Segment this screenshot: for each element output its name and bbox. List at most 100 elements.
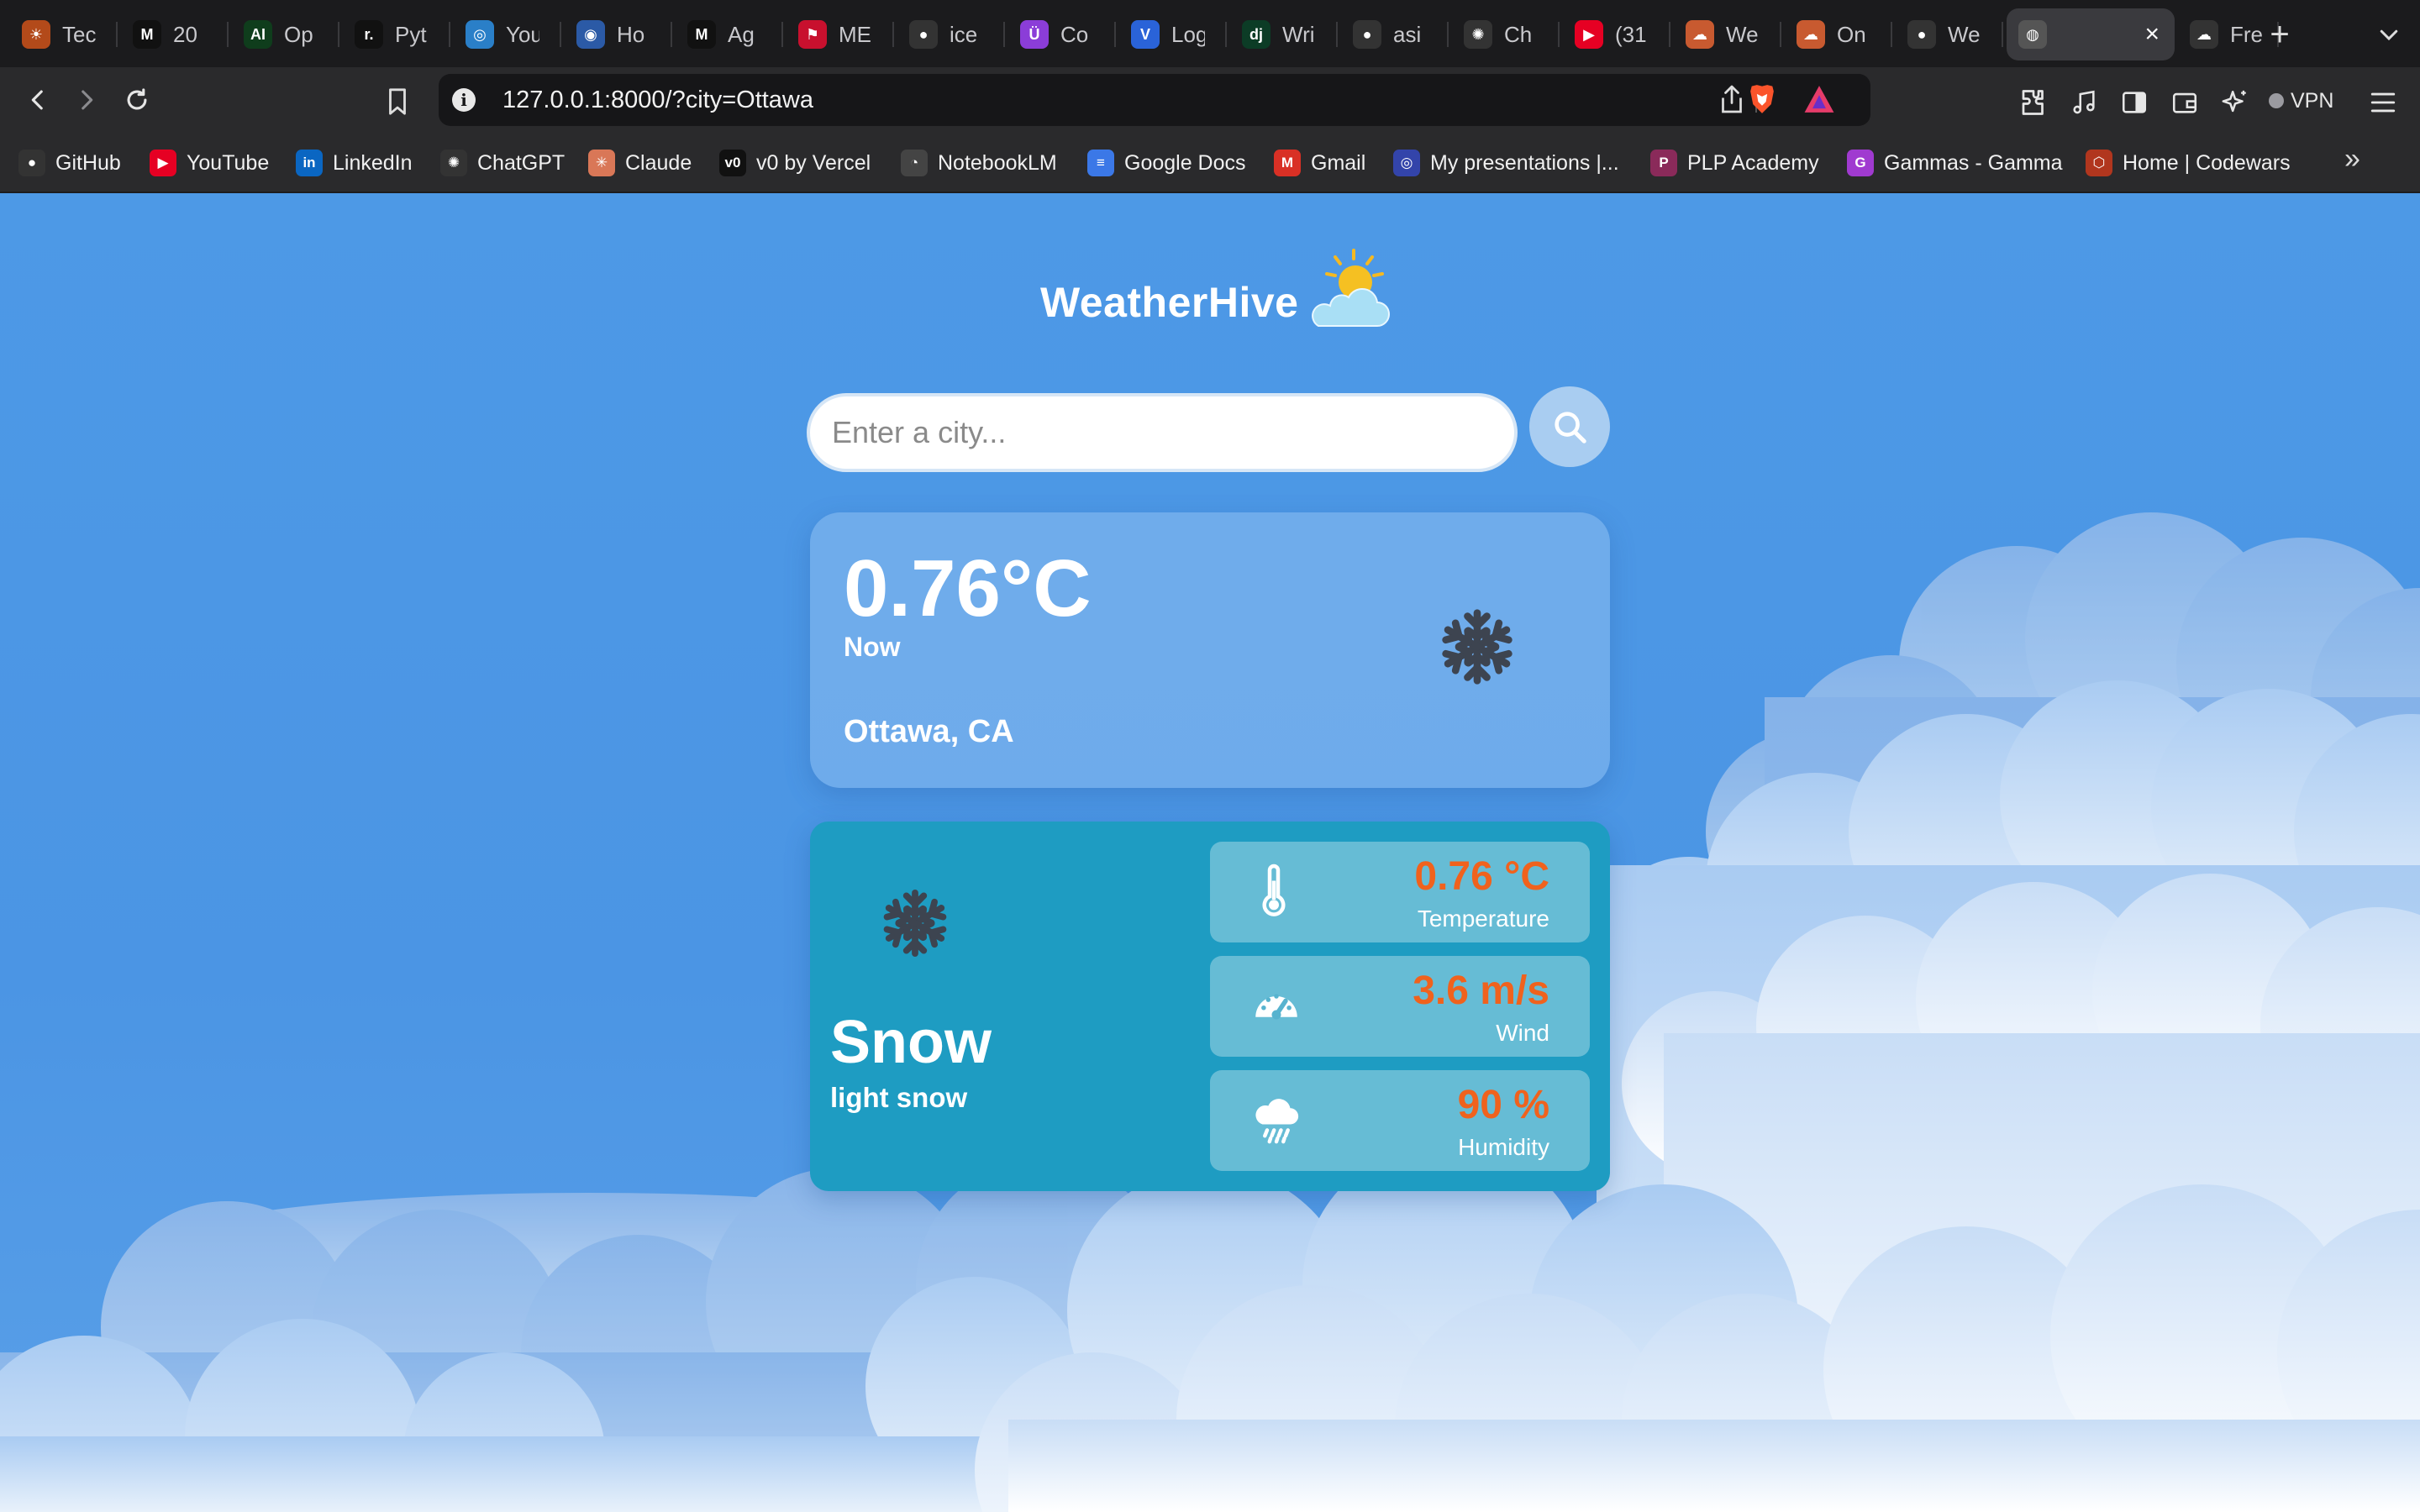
bookmark-item[interactable]: ✳ Claude xyxy=(588,146,692,180)
tab-search-chevron-icon[interactable] xyxy=(2366,12,2412,57)
browser-tab[interactable]: ☁ We xyxy=(1674,8,1781,60)
tab-favicon-icon: ◎ xyxy=(466,20,494,49)
url-text[interactable]: 127.0.0.1:8000/?city=Ottawa xyxy=(502,87,813,114)
leo-ai-sparkle-icon[interactable] xyxy=(2217,84,2254,121)
browser-tab[interactable]: M 20 xyxy=(121,8,229,60)
tab-title: Op xyxy=(284,21,313,47)
tab-separator xyxy=(781,22,783,47)
browser-tab[interactable]: ⚑ ME xyxy=(786,8,894,60)
sidebar-toggle-icon[interactable] xyxy=(2116,84,2153,121)
condition-main: Snow xyxy=(830,1009,992,1076)
bookmark-label: Home | Codewars xyxy=(2123,150,2291,175)
browser-tab[interactable]: ● ice xyxy=(897,8,1005,60)
tab-separator xyxy=(1780,22,1781,47)
vpn-label: VPN xyxy=(2291,88,2334,113)
current-weather-card: 0.76°C Now Ottawa, CA xyxy=(810,512,1610,788)
browser-tab[interactable]: AI Op xyxy=(232,8,339,60)
bookmark-item[interactable]: v0 v0 by Vercel xyxy=(719,146,871,180)
tab-title: You xyxy=(506,21,539,47)
address-bar[interactable]: i 127.0.0.1:8000/?city=Ottawa xyxy=(439,74,1870,126)
bookmark-item[interactable]: ◎ My presentations |... xyxy=(1393,146,1619,180)
tab-favicon-icon: ◉ xyxy=(576,20,605,49)
browser-tab[interactable]: ◍ × xyxy=(2007,8,2175,60)
forward-button[interactable] xyxy=(66,79,108,121)
tab-favicon-icon: ● xyxy=(909,20,938,49)
search-button[interactable] xyxy=(1529,386,1610,467)
media-music-icon[interactable] xyxy=(2065,84,2102,121)
wallet-icon[interactable] xyxy=(2166,84,2203,121)
tab-separator xyxy=(227,22,229,47)
browser-tab[interactable]: V Log xyxy=(1119,8,1227,60)
browser-tab[interactable]: Ü Co xyxy=(1008,8,1116,60)
tab-separator xyxy=(1336,22,1338,47)
bookmark-item[interactable]: ≡ Google Docs xyxy=(1087,146,1246,180)
bookmark-label: GitHub xyxy=(55,150,121,175)
tab-title: Log xyxy=(1171,21,1205,47)
tab-favicon-icon: ◍ xyxy=(2018,20,2047,49)
tab-separator xyxy=(1558,22,1560,47)
bookmark-label: YouTube xyxy=(187,150,270,175)
bookmark-item[interactable]: G Gammas - Gamma xyxy=(1847,146,2063,180)
bookmark-favicon-icon: v0 xyxy=(719,150,746,176)
tab-separator xyxy=(1225,22,1227,47)
browser-tab[interactable]: ● We xyxy=(1896,8,2003,60)
metric-value: 90 % xyxy=(1457,1083,1549,1127)
site-info-icon[interactable]: i xyxy=(452,88,476,112)
bookmark-item[interactable]: in LinkedIn xyxy=(296,146,413,180)
brand-logo[interactable]: WeatherHive xyxy=(1040,249,1394,336)
tab-separator xyxy=(1891,22,1892,47)
reload-button[interactable] xyxy=(116,79,158,121)
rain-cloud-icon xyxy=(1255,1099,1299,1144)
bookmark-item[interactable]: ▶ YouTube xyxy=(150,146,269,180)
bookmark-item[interactable]: M Gmail xyxy=(1274,146,1365,180)
browser-tab[interactable]: ☀ Tec xyxy=(10,8,118,60)
bookmark-item[interactable]: ⬡ Home | Codewars xyxy=(2086,146,2291,180)
browser-tab[interactable]: ✺ Ch xyxy=(1452,8,1560,60)
vpn-button[interactable]: VPN xyxy=(2269,81,2333,121)
close-tab-icon[interactable]: × xyxy=(2144,20,2160,49)
browser-tab[interactable]: M Ag xyxy=(676,8,783,60)
browser-tab[interactable]: dj Wri xyxy=(1230,8,1338,60)
hamburger-menu-icon[interactable] xyxy=(2365,84,2402,121)
tab-title: Tec xyxy=(62,21,96,47)
metric-label: Wind xyxy=(1496,1020,1549,1046)
bookmarks-bar: ● GitHub ▶ YouTube in LinkedIn ✺ ChatGPT ✳ Claude… xyxy=(0,133,2420,193)
share-icon[interactable] xyxy=(1719,84,1744,118)
browser-tab[interactable]: ◎ You xyxy=(454,8,561,60)
tab-title: Wri xyxy=(1282,21,1315,47)
browser-tab[interactable]: ● asi xyxy=(1341,8,1449,60)
metric-value: 0.76 °C xyxy=(1414,854,1549,899)
bookmark-item[interactable]: P PLP Academy xyxy=(1650,146,1819,180)
brave-rewards-icon[interactable] xyxy=(1803,84,1835,116)
tab-favicon-icon: AI xyxy=(244,20,272,49)
more-bookmarks-chevron-icon[interactable]: » xyxy=(2344,143,2360,176)
browser-tab[interactable]: ▶ (31 xyxy=(1563,8,1670,60)
bookmark-page-icon[interactable] xyxy=(376,81,418,123)
now-label: Now xyxy=(844,632,901,662)
snowflake-icon xyxy=(879,890,951,959)
bookmark-favicon-icon: P xyxy=(1650,150,1677,176)
tab-separator xyxy=(2002,22,2003,47)
tab-favicon-icon: ☁ xyxy=(2190,20,2218,49)
new-tab-button[interactable]: + xyxy=(2257,12,2302,57)
bookmark-item[interactable]: ● GitHub xyxy=(18,146,121,180)
bookmark-item[interactable]: ◔ NotebookLM xyxy=(901,146,1057,180)
bookmark-favicon-icon: ▶ xyxy=(150,150,176,176)
metric-label: Humidity xyxy=(1458,1134,1549,1160)
bookmark-label: My presentations |... xyxy=(1430,150,1619,175)
back-button[interactable] xyxy=(17,79,59,121)
tab-favicon-icon: ☁ xyxy=(1686,20,1714,49)
bookmark-label: v0 by Vercel xyxy=(756,150,871,175)
condition-description: light snow xyxy=(830,1082,968,1113)
browser-tab[interactable]: r. Pyt xyxy=(343,8,450,60)
gauge-icon xyxy=(1255,994,1297,1020)
browser-tab[interactable]: ☁ On xyxy=(1785,8,1892,60)
metric-temperature: 0.76 °C Temperature xyxy=(1210,842,1590,942)
extensions-puzzle-icon[interactable] xyxy=(2015,84,2052,121)
brave-shields-icon[interactable] xyxy=(1746,82,1778,116)
tab-separator xyxy=(116,22,118,47)
city-search-input[interactable] xyxy=(807,393,1518,472)
bookmark-item[interactable]: ✺ ChatGPT xyxy=(440,146,565,180)
bookmark-label: Claude xyxy=(625,150,692,175)
browser-tab[interactable]: ◉ Ho xyxy=(565,8,672,60)
